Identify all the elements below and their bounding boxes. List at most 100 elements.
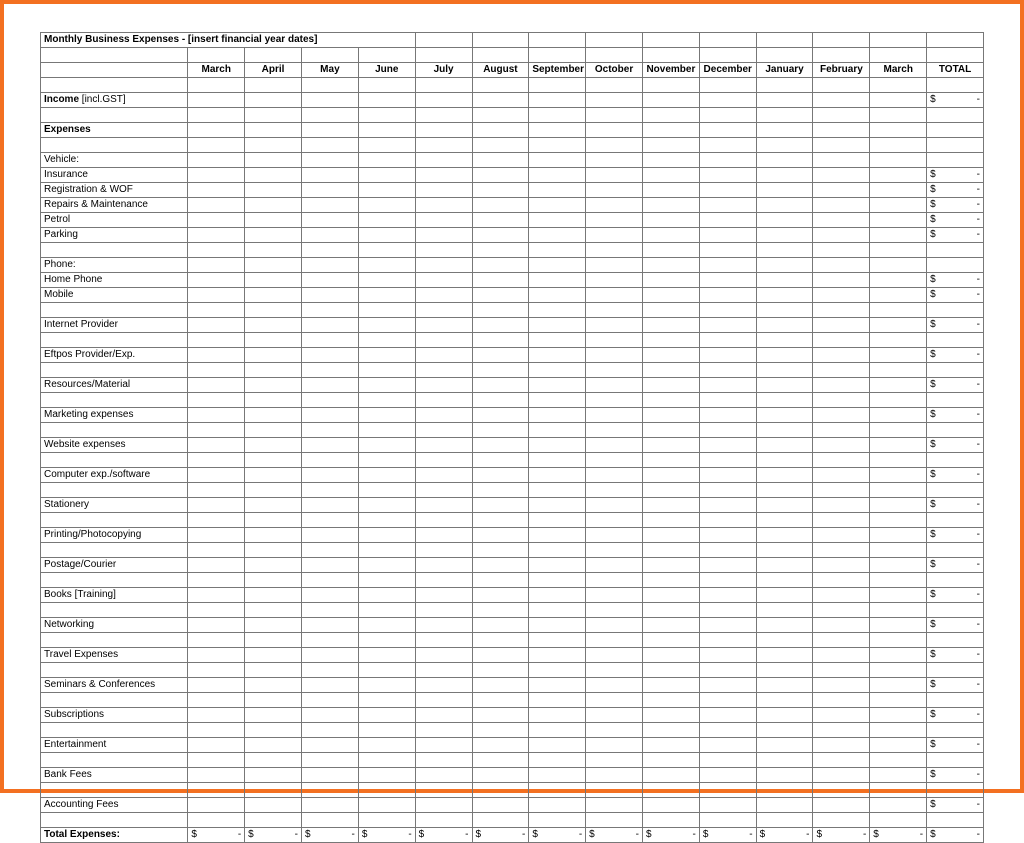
expense-cell[interactable] bbox=[358, 588, 415, 603]
expense-cell[interactable] bbox=[642, 708, 699, 723]
cell[interactable] bbox=[870, 243, 927, 258]
cell[interactable] bbox=[529, 753, 586, 768]
cell[interactable] bbox=[529, 603, 586, 618]
cell[interactable] bbox=[699, 753, 756, 768]
expense-cell[interactable] bbox=[529, 228, 586, 243]
cell[interactable] bbox=[813, 483, 870, 498]
cell[interactable] bbox=[756, 138, 813, 153]
expense-cell[interactable] bbox=[586, 408, 643, 423]
cell[interactable] bbox=[415, 153, 472, 168]
cell[interactable] bbox=[529, 153, 586, 168]
expense-cell[interactable] bbox=[756, 648, 813, 663]
expense-cell[interactable] bbox=[870, 768, 927, 783]
cell[interactable] bbox=[813, 573, 870, 588]
expense-cell[interactable] bbox=[301, 213, 358, 228]
cell[interactable] bbox=[358, 633, 415, 648]
cell[interactable] bbox=[699, 48, 756, 63]
expense-cell[interactable] bbox=[642, 273, 699, 288]
cell[interactable] bbox=[756, 813, 813, 828]
cell[interactable] bbox=[756, 693, 813, 708]
cell[interactable] bbox=[358, 513, 415, 528]
cell[interactable] bbox=[699, 333, 756, 348]
expense-cell[interactable] bbox=[415, 348, 472, 363]
cell[interactable] bbox=[188, 663, 245, 678]
cell[interactable] bbox=[358, 333, 415, 348]
cell[interactable] bbox=[586, 453, 643, 468]
expense-cell[interactable] bbox=[699, 528, 756, 543]
cell[interactable] bbox=[642, 78, 699, 93]
cell[interactable] bbox=[529, 483, 586, 498]
expense-cell[interactable] bbox=[529, 438, 586, 453]
cell[interactable] bbox=[472, 48, 529, 63]
cell[interactable] bbox=[301, 663, 358, 678]
cell[interactable] bbox=[245, 813, 302, 828]
expense-cell[interactable] bbox=[415, 408, 472, 423]
cell[interactable] bbox=[358, 813, 415, 828]
expense-cell[interactable] bbox=[529, 528, 586, 543]
cell[interactable] bbox=[813, 423, 870, 438]
cell[interactable] bbox=[699, 483, 756, 498]
expense-cell[interactable] bbox=[301, 228, 358, 243]
expense-cell[interactable] bbox=[642, 648, 699, 663]
cell[interactable] bbox=[301, 423, 358, 438]
cell[interactable] bbox=[586, 78, 643, 93]
expense-cell[interactable] bbox=[188, 708, 245, 723]
cell[interactable] bbox=[188, 723, 245, 738]
cell[interactable] bbox=[586, 603, 643, 618]
cell[interactable] bbox=[870, 108, 927, 123]
cell[interactable] bbox=[41, 543, 188, 558]
cell[interactable] bbox=[870, 603, 927, 618]
cell[interactable] bbox=[415, 813, 472, 828]
cell[interactable] bbox=[301, 48, 358, 63]
cell[interactable] bbox=[642, 813, 699, 828]
cell[interactable] bbox=[813, 513, 870, 528]
cell[interactable] bbox=[870, 258, 927, 273]
cell[interactable] bbox=[301, 138, 358, 153]
cell[interactable] bbox=[415, 33, 472, 48]
cell[interactable] bbox=[41, 813, 188, 828]
cell[interactable] bbox=[813, 333, 870, 348]
cell[interactable] bbox=[188, 693, 245, 708]
cell[interactable] bbox=[415, 108, 472, 123]
cell[interactable] bbox=[415, 138, 472, 153]
cell[interactable] bbox=[756, 363, 813, 378]
expense-cell[interactable] bbox=[813, 498, 870, 513]
expense-cell[interactable] bbox=[472, 438, 529, 453]
expense-cell[interactable] bbox=[301, 648, 358, 663]
expense-cell[interactable] bbox=[301, 618, 358, 633]
expense-cell[interactable] bbox=[358, 798, 415, 813]
cell[interactable] bbox=[529, 363, 586, 378]
expense-cell[interactable] bbox=[529, 648, 586, 663]
expense-cell[interactable] bbox=[415, 678, 472, 693]
cell[interactable] bbox=[586, 693, 643, 708]
cell[interactable] bbox=[301, 108, 358, 123]
cell[interactable] bbox=[245, 513, 302, 528]
expense-cell[interactable] bbox=[188, 183, 245, 198]
cell[interactable] bbox=[813, 123, 870, 138]
expense-cell[interactable] bbox=[870, 498, 927, 513]
cell[interactable] bbox=[586, 33, 643, 48]
cell[interactable] bbox=[699, 603, 756, 618]
cell[interactable] bbox=[472, 723, 529, 738]
cell[interactable] bbox=[41, 603, 188, 618]
cell[interactable] bbox=[870, 723, 927, 738]
expense-cell[interactable] bbox=[472, 558, 529, 573]
expense-cell[interactable] bbox=[870, 273, 927, 288]
cell[interactable] bbox=[870, 333, 927, 348]
cell[interactable] bbox=[642, 303, 699, 318]
cell[interactable] bbox=[245, 603, 302, 618]
expense-cell[interactable] bbox=[756, 228, 813, 243]
expense-cell[interactable] bbox=[699, 588, 756, 603]
cell[interactable] bbox=[870, 663, 927, 678]
expense-cell[interactable] bbox=[642, 738, 699, 753]
cell[interactable] bbox=[927, 513, 984, 528]
expense-cell[interactable] bbox=[756, 738, 813, 753]
expense-cell[interactable] bbox=[529, 498, 586, 513]
cell[interactable] bbox=[927, 33, 984, 48]
expense-cell[interactable] bbox=[472, 798, 529, 813]
cell[interactable] bbox=[415, 243, 472, 258]
cell[interactable] bbox=[415, 363, 472, 378]
cell[interactable] bbox=[472, 603, 529, 618]
cell[interactable] bbox=[699, 633, 756, 648]
expense-cell[interactable] bbox=[245, 648, 302, 663]
